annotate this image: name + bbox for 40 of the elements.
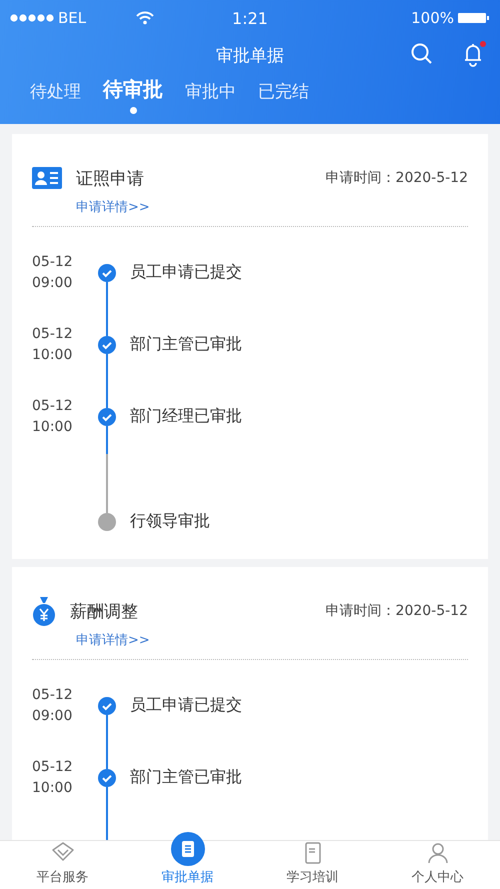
screen-title: 审批单据 [216,44,284,66]
step-label: 员工申请已提交 [130,262,242,283]
apply-time: 申请时间：2020-5-12 [326,602,468,620]
tab[interactable]: 待处理 [28,74,83,103]
step-date: 05-12 [32,686,74,705]
step-label: 部门经理已审批 [130,406,242,427]
step-time: 10:00 [32,418,74,437]
card-title: 薪酬调整 [70,600,139,622]
step-time: 10:00 [32,346,74,365]
nav-tab[interactable]: 学习培训 [250,841,375,889]
nav-tab[interactable]: 审批单据 [125,819,250,889]
step-date: 05-12 [32,253,74,272]
carrier-name: BEL [58,9,86,27]
step-time: 09:00 [32,274,74,293]
step-date: 05-12 [32,325,74,344]
apply-time: 申请时间：2020-5-12 [326,169,468,187]
battery-icon [458,12,490,24]
step-date: 05-12 [32,397,74,416]
clock-time: 1:21 [231,8,269,28]
tab[interactable]: 审批中 [183,74,238,103]
step-label: 部门主管已审批 [130,334,242,355]
tab[interactable]: 已完结 [256,74,311,103]
battery-percent: 100% [411,9,454,27]
tab[interactable]: 待审批 [101,74,165,114]
search-icon[interactable] [410,42,434,66]
signal-icon [10,14,54,22]
step-date: 05-12 [32,758,74,777]
wifi-icon [136,11,154,25]
money-bag-icon [32,596,56,626]
step-label: 员工申请已提交 [130,695,242,716]
step-label: 部门主管已审批 [130,767,242,788]
step-time: 09:00 [32,707,74,726]
card-title: 证照申请 [76,168,145,190]
nav-tab[interactable]: 个人中心 [375,841,500,889]
details-link[interactable]: 申请详情>> [76,198,150,216]
step-label: 行领导审批 [130,511,210,532]
id-card-icon [32,167,62,189]
details-link[interactable]: 申请详情>> [76,631,150,649]
nav-tab[interactable]: 平台服务 [0,841,125,889]
step-time: 10:00 [32,779,74,798]
